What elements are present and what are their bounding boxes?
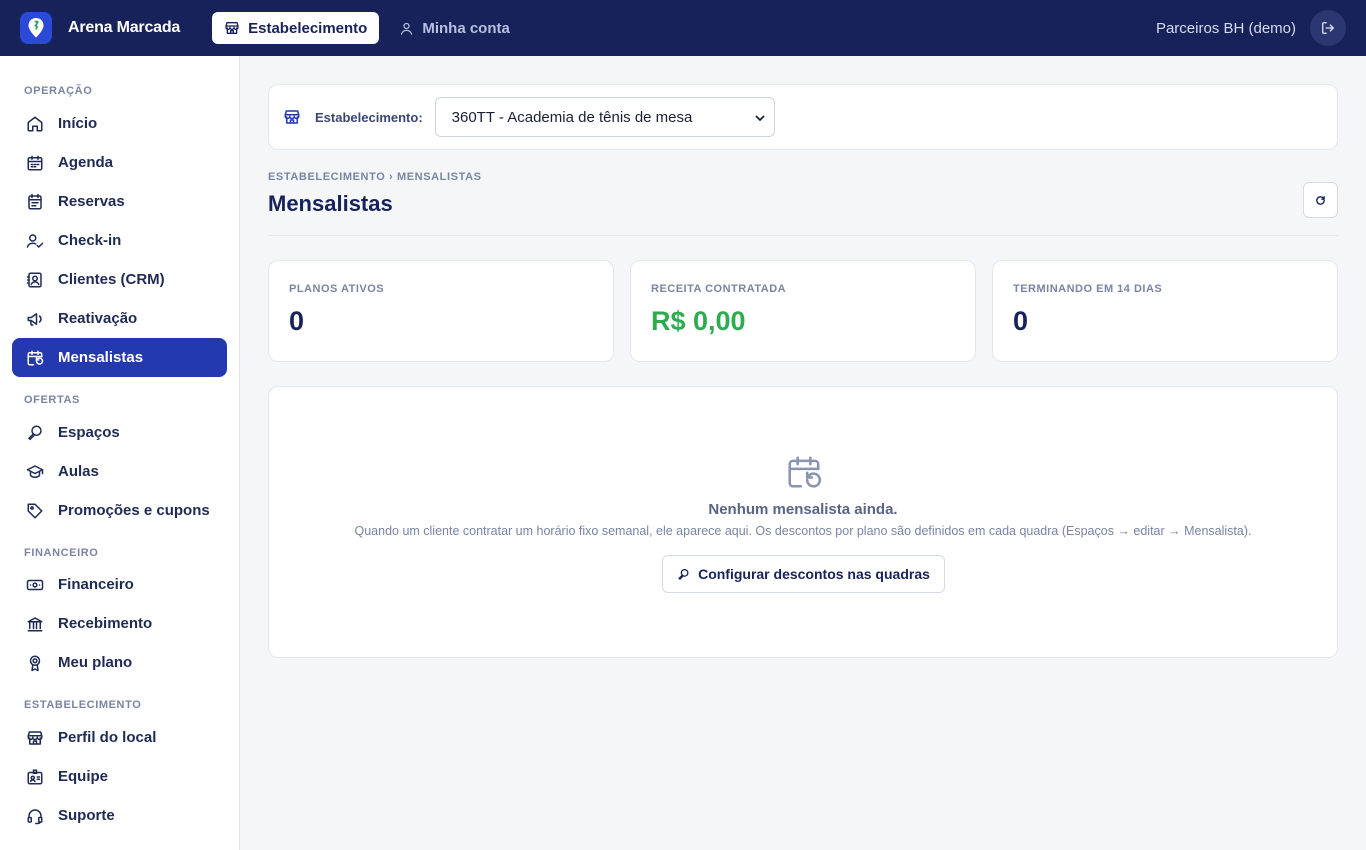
logout-icon — [1322, 22, 1334, 34]
sidebar-item-label: Suporte — [58, 807, 115, 824]
refresh-icon — [1316, 195, 1325, 205]
sidebar-item-label: Início — [58, 115, 98, 132]
sidebar-item-label: Mensalistas — [58, 349, 144, 366]
top-tabs: Estabelecimento Minha conta — [212, 12, 530, 44]
headset-icon — [27, 808, 43, 824]
graduation-cap-icon — [26, 464, 44, 478]
user-icon — [401, 22, 413, 35]
empty-state-description: Quando um cliente contratar um horário f… — [354, 524, 1252, 538]
sidebar-item-espacos[interactable]: Espaços — [12, 413, 227, 452]
top-bar: Arena Marcada Estabelecimento Minha cont… — [0, 0, 1366, 56]
stat-card-terminando: TERMINANDO EM 14 DIAS 0 — [992, 260, 1338, 362]
badge-icon — [29, 655, 41, 671]
sidebar-item-label: Promoções e cupons — [58, 502, 210, 519]
stat-label: TERMINANDO EM 14 DIAS — [1013, 283, 1163, 295]
sidebar-item-checkin[interactable]: Check-in — [12, 221, 227, 260]
sidebar-item-inicio[interactable]: Início — [12, 104, 227, 143]
calendar-icon — [27, 155, 43, 170]
tab-estabelecimento[interactable]: Estabelecimento — [212, 12, 380, 44]
banknote-icon — [26, 579, 44, 590]
sidebar-item-aulas[interactable]: Aulas — [12, 452, 227, 491]
app-name: Arena Marcada — [68, 19, 181, 36]
stat-card-receita: RECEITA CONTRATADA R$ 0,00 — [630, 260, 976, 362]
establishment-label: Estabelecimento: — [315, 109, 423, 125]
calendar-repeat-icon — [27, 350, 44, 365]
home-icon — [27, 116, 43, 131]
logout-button[interactable] — [1310, 10, 1346, 46]
tab-label: Estabelecimento — [248, 19, 368, 37]
sidebar-item-label: Agenda — [58, 154, 114, 171]
calendar-repeat-icon — [788, 456, 822, 488]
user-check-icon — [26, 233, 44, 248]
establishment-selected-value: 360TT - Academia de tênis de mesa — [451, 108, 693, 126]
sidebar-item-meu-plano[interactable]: Meu plano — [12, 643, 227, 682]
stat-value: 0 — [289, 306, 305, 336]
sidebar-item-perfil[interactable]: Perfil do local — [12, 718, 227, 757]
sidebar-item-label: Aulas — [58, 463, 99, 480]
top-right: Parceiros BH (demo) — [1156, 0, 1346, 56]
refresh-button[interactable] — [1303, 182, 1338, 218]
page-title: Mensalistas — [268, 191, 393, 216]
sidebar-section-ofertas: OFERTAS — [24, 394, 80, 406]
empty-state-card: Nenhum mensalista ainda. Quando um clien… — [268, 386, 1338, 658]
establishment-selector-card: Estabelecimento: 360TT - Academia de tên… — [268, 84, 1338, 150]
store-icon — [225, 22, 239, 34]
contact-icon — [26, 272, 42, 287]
sidebar-item-mensalistas[interactable]: Mensalistas — [12, 338, 227, 377]
sidebar-item-reservas[interactable]: Reservas — [12, 182, 227, 221]
id-card-icon — [27, 769, 43, 784]
sidebar: OPERAÇÃO Início Agenda Reservas Check-in… — [0, 56, 240, 850]
sidebar-section-estabelecimento: ESTABELECIMENTO — [24, 699, 142, 711]
sidebar-item-clientes[interactable]: Clientes (CRM) — [12, 260, 227, 299]
stat-label: RECEITA CONTRATADA — [651, 283, 787, 295]
sidebar-item-label: Perfil do local — [58, 729, 157, 746]
sidebar-item-label: Check-in — [58, 232, 122, 249]
tag-icon — [27, 503, 43, 518]
sidebar-item-equipe[interactable]: Equipe — [12, 757, 227, 796]
sidebar-item-label: Financeiro — [58, 576, 134, 593]
button-label: Configurar descontos nas quadras — [698, 566, 930, 582]
sidebar-item-reativacao[interactable]: Reativação — [12, 299, 227, 338]
establishment-select[interactable]: 360TT - Academia de tênis de mesa — [434, 97, 775, 137]
stat-card-planos-ativos: PLANOS ATIVOS 0 — [268, 260, 614, 362]
sidebar-item-financeiro[interactable]: Financeiro — [12, 565, 227, 604]
sidebar-item-label: Meu plano — [58, 654, 133, 671]
sidebar-item-label: Equipe — [58, 768, 109, 785]
clipboard-icon — [28, 193, 42, 209]
sidebar-item-promocoes[interactable]: Promoções e cupons — [12, 491, 227, 530]
store-icon — [284, 110, 300, 124]
account-name: Parceiros BH (demo) — [1155, 19, 1296, 37]
empty-state-title: Nenhum mensalista ainda. — [708, 501, 898, 518]
sidebar-item-label: Reservas — [58, 193, 125, 210]
sidebar-item-agenda[interactable]: Agenda — [12, 143, 227, 182]
header-divider — [268, 235, 1338, 236]
bank-icon — [27, 616, 43, 631]
racket-icon — [678, 568, 689, 580]
store-icon — [27, 730, 43, 745]
megaphone-icon — [27, 312, 42, 326]
sidebar-section-operacao: OPERAÇÃO — [24, 85, 93, 97]
stat-value: 0 — [1013, 306, 1029, 336]
sidebar-item-suporte[interactable]: Suporte — [12, 796, 227, 835]
brand[interactable]: Arena Marcada — [20, 12, 180, 44]
sidebar-item-label: Clientes (CRM) — [58, 271, 165, 288]
tab-minha-conta[interactable]: Minha conta — [387, 12, 522, 44]
breadcrumb: ESTABELECIMENTO › MENSALISTAS — [268, 171, 482, 183]
stat-value: R$ 0,00 — [651, 306, 746, 336]
tab-label: Minha conta — [422, 19, 510, 37]
sidebar-item-label: Espaços — [58, 424, 120, 441]
arena-logo-icon — [20, 12, 52, 44]
sidebar-section-financeiro: FINANCEIRO — [24, 547, 99, 559]
sidebar-item-label: Recebimento — [58, 615, 153, 632]
sidebar-item-label: Reativação — [58, 310, 138, 327]
sidebar-item-recebimento[interactable]: Recebimento — [12, 604, 227, 643]
stat-label: PLANOS ATIVOS — [289, 283, 385, 295]
configure-discounts-button[interactable]: Configurar descontos nas quadras — [662, 555, 945, 593]
chevron-down-icon — [755, 115, 765, 121]
racket-icon — [27, 425, 42, 440]
